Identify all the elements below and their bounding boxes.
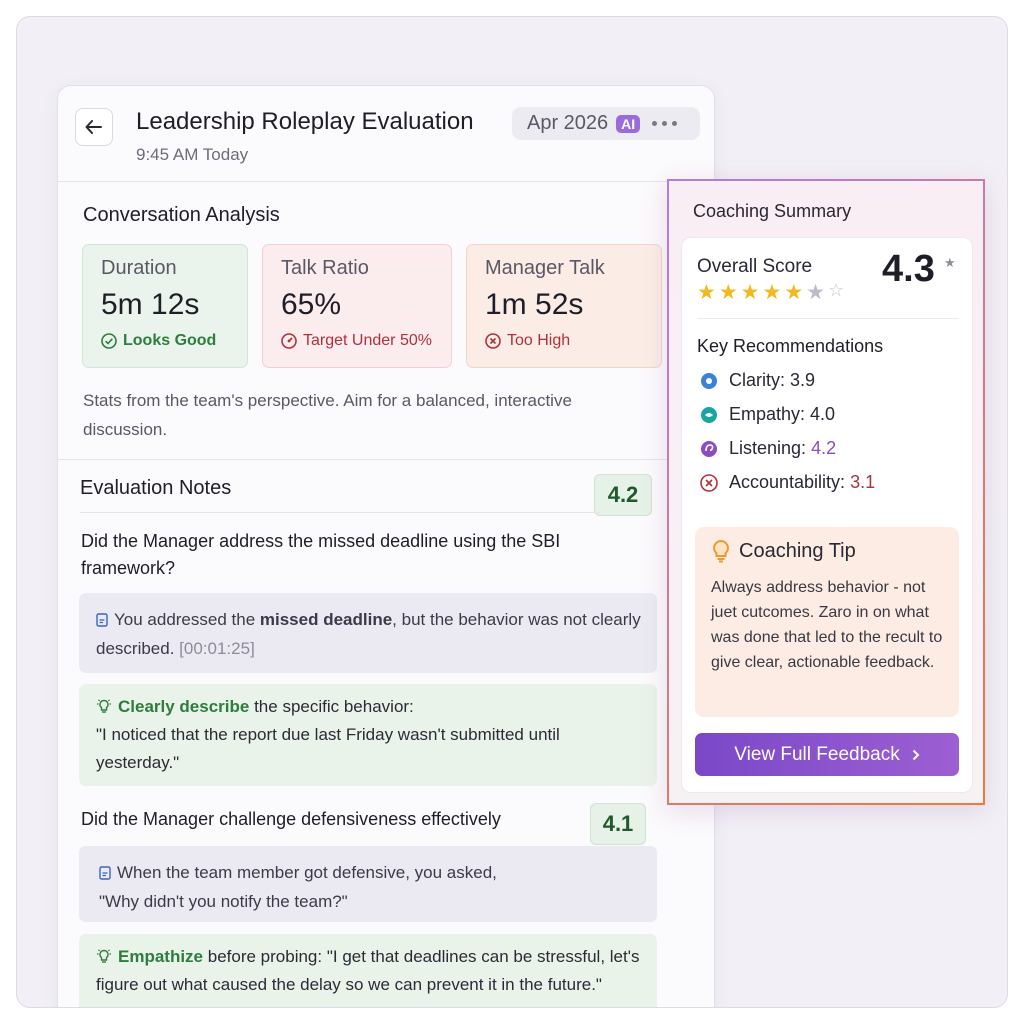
coaching-tip-header: Coaching Tip (711, 539, 945, 563)
back-button[interactable] (75, 108, 113, 146)
stat-status-text: Too High (507, 332, 571, 349)
quote-text: When the team member got defensive, you … (117, 863, 497, 882)
star-icon: ★ (697, 281, 716, 304)
chevron-right-icon (912, 749, 920, 760)
document-icon (99, 866, 111, 880)
document-icon (96, 613, 108, 627)
quote-text: You addressed the (114, 610, 260, 629)
star-empty-icon: ★ (806, 281, 825, 304)
recommendations-title: Key Recommendations (697, 336, 884, 356)
x-circle-icon (700, 473, 718, 492)
date-label: Apr 2026 (527, 112, 609, 134)
question-1: Did the Manager address the missed deadl… (81, 531, 561, 578)
lightbulb-icon (97, 949, 111, 963)
summary-body: Overall Score 4.3 ★ ★ ★ ★ ★ ★ ★ ☆ Key Re… (681, 237, 973, 793)
lightbulb-icon (97, 699, 111, 713)
recommendation-empathy: Empathy: 4.0 (699, 404, 835, 425)
summary-divider (697, 318, 959, 319)
star-outline-icon: ☆ (827, 280, 845, 300)
tip-highlight: Clearly describe (118, 697, 250, 716)
coaching-tip-title: Coaching Tip (739, 539, 856, 562)
stat-status-text: Looks Good (123, 332, 217, 349)
stat-status: Too High (485, 332, 661, 350)
recommendation-score: 3.1 (850, 472, 876, 492)
question-2-score-badge: 4.1 (590, 803, 646, 845)
coaching-summary-panel: Coaching Summary Overall Score 4.3 ★ ★ ★… (667, 179, 985, 805)
star-rating: ★ ★ ★ ★ ★ ★ ☆ (697, 280, 844, 305)
stat-value: 5m 12s (101, 288, 200, 321)
section-divider (58, 459, 714, 460)
notes-divider (80, 512, 600, 513)
summary-title: Coaching Summary (693, 201, 852, 221)
stat-label: Duration (101, 257, 177, 279)
lightbulb-icon (713, 539, 729, 563)
x-circle-icon (485, 333, 501, 349)
coaching-tip-box: Coaching Tip Always address behavior - n… (695, 527, 959, 717)
quote-text-line2: "Why didn't you notify the team?" (99, 892, 348, 911)
stat-status: Looks Good (101, 332, 247, 350)
more-options-icon[interactable] (652, 121, 678, 126)
clarity-icon (701, 372, 717, 389)
empathy-icon (701, 406, 717, 423)
star-icon: ★ (762, 281, 782, 304)
gauge-icon (281, 333, 297, 349)
date-selector[interactable]: Apr 2026 AI (512, 107, 700, 140)
page-subtitle: 9:45 AM Today (136, 145, 249, 164)
recommendation-listening: Listening: 4.2 (699, 438, 836, 459)
small-star-icon: ★ (944, 255, 956, 270)
notes-heading: Evaluation Notes (80, 477, 232, 499)
overall-score-label: Overall Score (697, 256, 813, 277)
listening-icon (701, 440, 717, 457)
question-2: Did the Manager challenge defensiveness … (81, 809, 501, 829)
recommendation-accountability: Accountability: 3.1 (699, 472, 875, 493)
cta-label: View Full Feedback (734, 743, 900, 765)
arrow-left-icon (85, 120, 102, 134)
header-divider (58, 181, 714, 182)
stat-value: 65% (281, 288, 342, 321)
star-icon: ★ (784, 281, 804, 304)
suggestion-1: Clearly describe the specific behavior: … (79, 684, 657, 786)
recommendation-score: 3.9 (790, 370, 816, 390)
stat-card-duration: Duration 5m 12s Looks Good (82, 244, 248, 368)
tip-text: the specific behavior: (249, 697, 414, 716)
stat-card-talk-ratio: Talk Ratio 65% Target Under 50% (262, 244, 452, 368)
notes-score-badge: 4.2 (594, 474, 652, 516)
page-title: Leadership Roleplay Evaluation (136, 108, 474, 135)
stat-status-text: Target Under 50% (303, 332, 432, 349)
evaluation-card: Leadership Roleplay Evaluation 9:45 AM T… (57, 85, 715, 1007)
recommendation-label: Listening: (729, 438, 812, 458)
coaching-tip-body: Always address behavior - not juet cutco… (711, 579, 943, 671)
tip-highlight: Empathize (118, 947, 204, 966)
stats-note: Stats from the team's perspective. Aim f… (83, 391, 572, 439)
suggestion-2: Empathize before probing: "I get that de… (79, 934, 657, 1007)
check-circle-icon (101, 333, 117, 349)
view-full-feedback-button[interactable]: View Full Feedback (695, 733, 959, 776)
quote-bold-text: missed deadline (259, 610, 393, 629)
stat-value: 1m 52s (485, 288, 584, 321)
stat-label: Talk Ratio (281, 257, 369, 279)
star-icon: ★ (740, 281, 760, 304)
recommendation-label: Empathy: (729, 404, 811, 424)
recommendation-score: 4.2 (811, 438, 837, 458)
ai-badge[interactable]: AI (616, 114, 641, 133)
app-frame: Leadership Roleplay Evaluation 9:45 AM T… (16, 16, 1008, 1008)
overall-score-value: 4.3 (882, 248, 935, 290)
stat-status: Target Under 50% (281, 332, 451, 350)
recommendation-label: Accountability: (729, 472, 851, 492)
star-icon: ★ (718, 281, 738, 304)
stat-label: Manager Talk (485, 257, 605, 279)
timestamp-link[interactable]: [00:01:25] (179, 639, 255, 658)
recommendation-clarity: Clarity: 3.9 (699, 370, 815, 391)
feedback-quote-2: When the team member got defensive, you … (79, 846, 657, 922)
feedback-quote-1: You addressed the missed deadline, but t… (79, 593, 657, 673)
stat-card-manager-talk: Manager Talk 1m 52s Too High (466, 244, 662, 368)
recommendation-score: 4.0 (810, 404, 836, 424)
tip-example-quote: "I noticed that the report due last Frid… (96, 725, 560, 772)
analysis-heading: Conversation Analysis (83, 204, 280, 226)
recommendation-label: Clarity: (729, 370, 791, 390)
